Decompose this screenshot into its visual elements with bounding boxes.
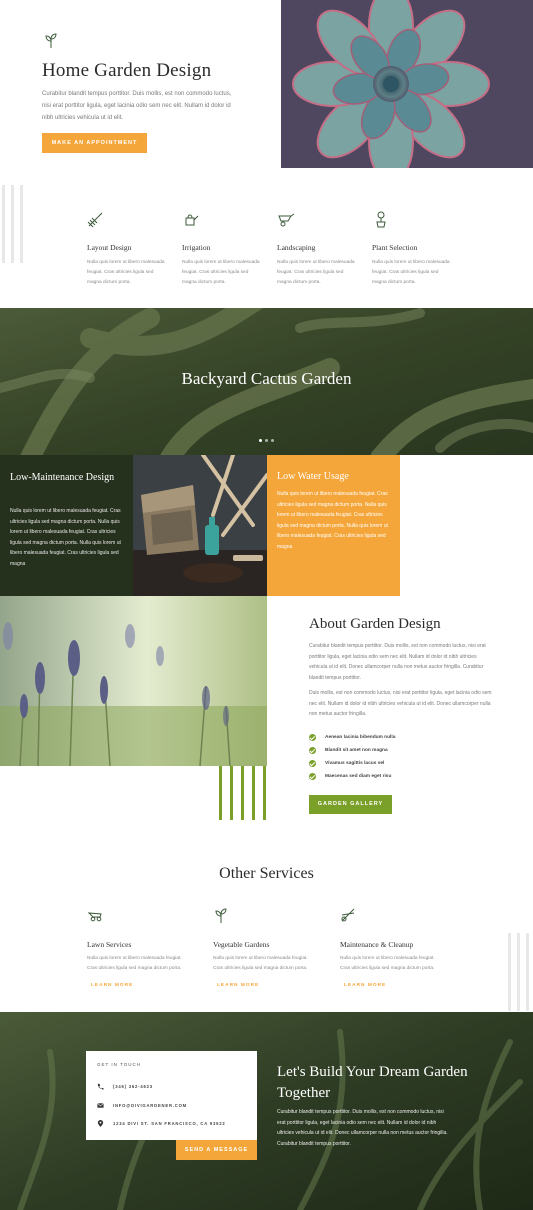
other-services-title: Other Services [219,865,314,882]
about-paragraph: Duis mollis, est non commodo luctus, nis… [309,690,492,717]
envelope-icon [97,1103,104,1108]
service-title: Vegetable Gardens [213,940,270,949]
low-water-text: Nulla quis lorem ut libero malesuada feu… [277,491,388,550]
check-icon [309,747,316,754]
succulent-photo [281,0,533,168]
list-item: Maecenas sed diam eget risu [309,770,395,783]
cta-text: Curabitur blandit tempus porttitor. Duis… [277,1109,448,1147]
rake-icon [87,212,103,228]
lawn-mower-icon [87,912,102,922]
hero-description: Curabitur blandit tempus porttitor. Duis… [42,91,232,121]
list-item-label: Aenean lacinia bibendum nulla [325,735,396,740]
list-item-label: Blandit sit amet non magna [325,748,388,753]
feature-description: Nulla quis lorem ut libero malesuada feu… [277,260,355,285]
list-item-label: Vivamus sagittis lacus vel [325,761,385,766]
low-water-title: Low Water Usage [277,471,349,482]
feature-description: Nulla quis lorem ut libero malesuada feu… [87,260,165,285]
shears-icon [341,908,355,922]
about-title: About Garden Design [309,616,441,632]
about-paragraph: Curabitur blandit tempus porttitor. Duis… [309,643,486,681]
page-title: Home Garden Design [42,60,212,81]
lavender-photo [0,596,267,766]
feature-description: Nulla quis lorem ut libero malesuada feu… [372,260,450,285]
garden-tools-photo [133,455,267,596]
slider-dot[interactable] [259,439,262,442]
flower-pot-icon [376,211,386,228]
email-address: INFO@DIVIGARDENER.COM [113,1103,187,1108]
street-address: 1234 DIVI ST. SAN FRANCISCO, CA 93522 [113,1121,226,1126]
location-pin-icon [97,1120,104,1127]
service-description: Nulla quis lorem ut libero malesuada feu… [213,956,308,971]
list-item: Aenean lacinia bibendum nulla [309,731,395,744]
feature-irrigation: Irrigation Nulla quis lorem ut libero ma… [182,210,272,288]
contact-email[interactable]: INFO@DIVIGARDENER.COM [97,1102,187,1109]
slider-dots[interactable] [259,439,274,442]
check-icon [309,760,316,767]
slider-dot[interactable] [265,439,268,442]
banner-title: Backyard Cactus Garden [181,369,352,388]
list-item-label: Maecenas sed diam eget risu [325,774,392,779]
cta-title: Let's Build Your Dream Garden Together [277,1064,468,1101]
check-icon [309,734,316,741]
service-title: Maintenance & Cleanup [340,940,414,949]
feature-description: Nulla quis lorem ut libero malesuada feu… [182,260,260,285]
service-description: Nulla quis lorem ut libero malesuada feu… [87,956,182,971]
list-item: Blandit sit amet non magna [309,744,395,757]
contact-phone[interactable]: (346) 362-4623 [97,1083,153,1090]
phone-number: (346) 362-4623 [113,1084,153,1089]
slider-dot[interactable] [271,439,274,442]
make-appointment-button[interactable]: MAKE AN APPOINTMENT [42,133,147,153]
feature-checklist: Aenean lacinia bibendum nulla Blandit si… [309,731,395,783]
learn-more-link[interactable]: LEARN MORE [217,983,318,988]
service-title: Lawn Services [87,940,132,949]
learn-more-link[interactable]: LEARN MORE [344,983,445,988]
leaf-icon [45,33,57,48]
decorative-stripes-left [0,185,30,263]
garden-gallery-button[interactable]: GARDEN GALLERY [309,795,392,814]
check-icon [309,773,316,780]
service-vegetable: Vegetable Gardens Nulla quis lorem ut li… [213,907,318,988]
feature-title: Plant Selection [372,243,418,252]
contact-heading: GET IN TOUCH [97,1062,142,1067]
feature-landscaping: Landscaping Nulla quis lorem ut libero m… [277,210,367,288]
decorative-stripes-right [505,933,533,1011]
learn-more-link[interactable]: LEARN MORE [91,983,192,988]
contact-address: 1234 DIVI ST. SAN FRANCISCO, CA 93522 [97,1120,226,1127]
feature-title: Irrigation [182,243,211,252]
low-maintenance-title: Low-Maintenance Design [10,472,115,483]
sprout-icon [215,908,227,923]
watering-can-icon [185,214,199,226]
feature-title: Layout Design [87,243,132,252]
phone-icon [97,1083,104,1090]
service-lawn: Lawn Services Nulla quis lorem ut libero… [87,907,192,988]
send-message-button[interactable]: SEND A MESSAGE [176,1140,257,1160]
feature-layout-design: Layout Design Nulla quis lorem ut libero… [87,210,177,288]
service-description: Nulla quis lorem ut libero malesuada feu… [340,956,435,971]
service-maintenance: Maintenance & Cleanup Nulla quis lorem u… [340,907,445,988]
feature-title: Landscaping [277,243,316,252]
low-maintenance-text: Nulla quis lorem ut libero malesuada feu… [10,508,121,567]
feature-plant-selection: Plant Selection Nulla quis lorem ut libe… [372,210,462,288]
list-item: Vivamus sagittis lacus vel [309,757,395,770]
wheelbarrow-icon [278,213,295,227]
contact-background-photo [0,1012,533,1210]
